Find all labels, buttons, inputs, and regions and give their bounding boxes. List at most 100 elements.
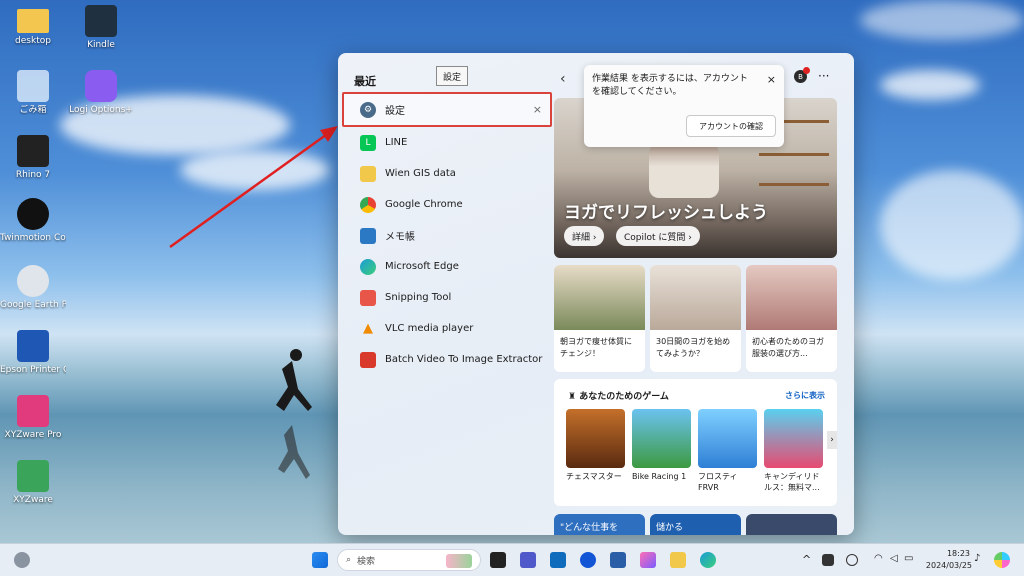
notice-text: 作業結果 を表示するには、アカウントを確認してください。 bbox=[592, 74, 748, 97]
taskbar: ⌕ 検索 ^ ◠ ◁ ▭ 18:23 2024/03/25 ♪ bbox=[0, 543, 1024, 576]
recent-item-chrome[interactable]: Google Chrome bbox=[354, 189, 551, 220]
game-tile[interactable]: Bike Racing 1 bbox=[632, 409, 691, 482]
wifi-icon[interactable]: ◠ bbox=[874, 553, 883, 564]
tray-app-icon[interactable] bbox=[846, 554, 858, 566]
recent-item-snipping-tool[interactable]: Snipping Tool bbox=[354, 282, 551, 313]
folder-icon bbox=[17, 9, 49, 33]
recent-item-wien-gis[interactable]: Wien GIS data bbox=[354, 158, 551, 189]
notification-bell-icon[interactable]: ♪ bbox=[974, 553, 980, 564]
desktop-twinmotion[interactable]: Twinmotion Community ... bbox=[0, 198, 66, 243]
tray-overflow-icon[interactable]: ^ bbox=[802, 553, 811, 566]
bottom-card[interactable]: "どんな仕事を bbox=[554, 514, 645, 535]
recent-item-label: Google Chrome bbox=[385, 199, 463, 210]
recent-item-label: 設定 bbox=[385, 106, 405, 117]
folder-icon bbox=[360, 165, 376, 182]
desktop-xyzware-pro[interactable]: XYZware Pro bbox=[0, 395, 66, 440]
game-tile[interactable]: チェスマスター bbox=[566, 409, 625, 482]
shelf bbox=[759, 183, 829, 186]
desktop-recycle-bin[interactable]: ごみ箱 bbox=[0, 70, 66, 115]
search-icon: ⌕ bbox=[346, 555, 352, 565]
line-icon: L bbox=[360, 134, 376, 151]
recent-item-settings[interactable]: ⚙ 設定 × bbox=[342, 92, 552, 127]
account-notice: 作業結果 を表示するには、アカウントを確認してください。 × アカウントの確認 bbox=[584, 65, 784, 147]
search-highlight-icon bbox=[446, 554, 472, 568]
recent-item-notepad[interactable]: メモ帳 bbox=[354, 220, 551, 251]
game-image bbox=[698, 409, 757, 468]
windows-start-icon[interactable] bbox=[312, 552, 328, 568]
volume-icon[interactable]: ◁ bbox=[890, 553, 898, 564]
edge-icon[interactable] bbox=[700, 552, 716, 568]
snipping-tool-icon bbox=[360, 289, 376, 306]
file-explorer-icon[interactable] bbox=[670, 552, 686, 568]
game-tile[interactable]: キャンディリドルス：無料マ... bbox=[764, 409, 823, 493]
extractor-icon bbox=[360, 351, 376, 368]
article-image bbox=[650, 265, 741, 330]
desktop-rhino[interactable]: Rhino 7 bbox=[0, 135, 66, 180]
bottom-card[interactable]: 儲かる bbox=[650, 514, 741, 535]
desktop-epson[interactable]: Epson Printer Connection... bbox=[0, 330, 66, 375]
clock-time[interactable]: 18:23 bbox=[926, 549, 970, 558]
mail-icon[interactable] bbox=[550, 552, 566, 568]
game-image bbox=[632, 409, 691, 468]
ask-copilot-button[interactable]: Copilot に質問 › bbox=[616, 226, 700, 246]
weather-icon[interactable] bbox=[14, 552, 30, 568]
copilot-icon[interactable] bbox=[994, 552, 1010, 568]
see-more-link[interactable]: さらに表示 bbox=[785, 390, 825, 401]
kindle-icon bbox=[85, 5, 117, 37]
recent-item-edge[interactable]: Microsoft Edge bbox=[354, 251, 551, 282]
recent-item-vlc[interactable]: ▲ VLC media player bbox=[354, 313, 551, 344]
article-card[interactable]: 朝ヨガで痩せ体質にチェンジ！ bbox=[554, 265, 645, 372]
chevron-right-icon[interactable]: › bbox=[827, 431, 837, 449]
cloud bbox=[880, 70, 980, 100]
recent-item-label: Microsoft Edge bbox=[385, 261, 459, 272]
clock-date[interactable]: 2024/03/25 bbox=[924, 561, 972, 570]
notepad-icon bbox=[360, 227, 376, 244]
shelf bbox=[759, 153, 829, 156]
recent-title: 最近 bbox=[354, 75, 376, 88]
game-image bbox=[566, 409, 625, 468]
store-icon[interactable] bbox=[610, 552, 626, 568]
xyzware-pro-icon bbox=[17, 395, 49, 427]
recent-item-label: メモ帳 bbox=[385, 232, 415, 243]
chrome-icon bbox=[360, 196, 376, 213]
games-header: ♜ あなたのためのゲーム bbox=[568, 392, 669, 402]
remove-icon[interactable]: × bbox=[533, 103, 542, 116]
game-tile[interactable]: フロスティFRVR bbox=[698, 409, 757, 493]
tray-app-icon[interactable] bbox=[822, 554, 834, 566]
annotation-arrow bbox=[169, 126, 338, 249]
recent-item-label: Batch Video To Image Extractor bbox=[385, 354, 543, 365]
epson-icon bbox=[17, 330, 49, 362]
bottom-card[interactable] bbox=[746, 514, 837, 535]
edge-icon bbox=[360, 258, 376, 275]
task-view-icon[interactable] bbox=[490, 552, 506, 568]
runner-silhouette bbox=[276, 349, 312, 479]
teams-icon[interactable] bbox=[520, 552, 536, 568]
desktop-folder[interactable]: desktop bbox=[0, 5, 66, 46]
desktop-xyzware[interactable]: XYZware bbox=[0, 460, 66, 505]
profile-badge[interactable]: B bbox=[794, 67, 810, 83]
article-card[interactable]: 初心者のためのヨガ服装の選び方... bbox=[746, 265, 837, 372]
desktop-logi-options[interactable]: Logi Options+ bbox=[68, 70, 134, 115]
recent-item-label: VLC media player bbox=[385, 323, 474, 334]
battery-icon[interactable]: ▭ bbox=[904, 553, 913, 564]
recent-list: ⚙ 設定 × L LINE Wien GIS data Google Chrom… bbox=[342, 92, 552, 375]
details-button[interactable]: 詳細 › bbox=[564, 226, 605, 246]
logi-options-icon bbox=[85, 70, 117, 102]
verify-account-button[interactable]: アカウントの確認 bbox=[686, 115, 776, 137]
close-icon[interactable]: × bbox=[767, 73, 776, 86]
photos-icon[interactable] bbox=[640, 552, 656, 568]
cloud bbox=[860, 0, 1024, 40]
search-input[interactable]: ⌕ 検索 bbox=[337, 549, 481, 571]
article-card[interactable]: 30日間のヨガを始めてみようか？ bbox=[650, 265, 741, 372]
app-icon[interactable] bbox=[580, 552, 596, 568]
desktop-google-earth[interactable]: Google Earth Pro bbox=[0, 265, 66, 310]
article-image bbox=[554, 265, 645, 330]
desktop-kindle[interactable]: Kindle bbox=[68, 5, 134, 50]
tooltip: 設定 bbox=[436, 66, 469, 86]
recycle-bin-icon bbox=[17, 70, 49, 102]
xyzware-icon bbox=[17, 460, 49, 492]
recent-item-batch-video[interactable]: Batch Video To Image Extractor bbox=[354, 344, 551, 375]
back-arrow-icon[interactable]: ‹ bbox=[560, 71, 566, 87]
recent-item-line[interactable]: L LINE bbox=[354, 127, 551, 158]
more-icon[interactable]: ··· bbox=[818, 69, 829, 83]
